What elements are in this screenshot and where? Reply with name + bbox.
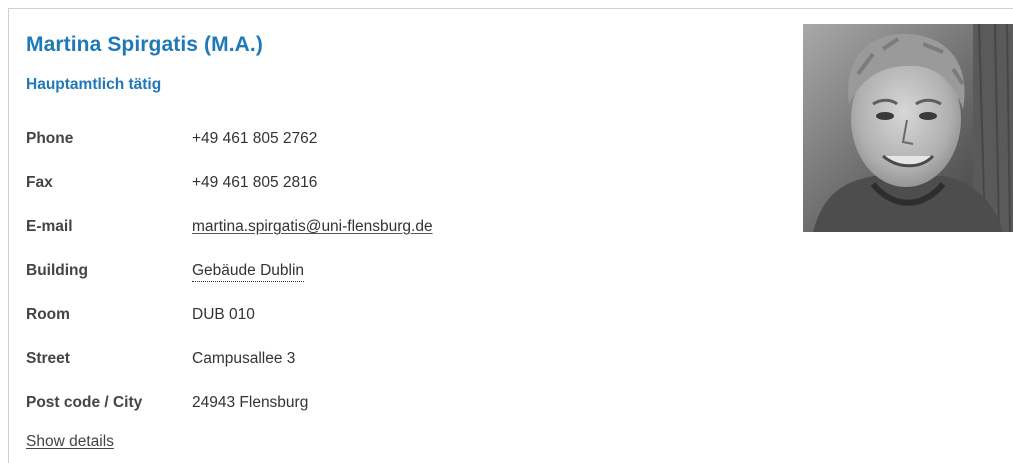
building-link[interactable]: Gebäude Dublin <box>192 249 305 293</box>
contact-row-email: E-mail martina.spirgatis@uni-flensburg.d… <box>26 205 786 249</box>
person-name: Martina Spirgatis (M.A.) <box>26 33 263 56</box>
city-value: 24943 Flensburg <box>192 394 309 411</box>
contact-row-building: Building Gebäude Dublin <box>26 249 786 293</box>
street-label: Street <box>26 350 70 367</box>
show-details-link[interactable]: Show details <box>26 433 114 451</box>
room-value: DUB 010 <box>192 306 255 323</box>
portrait-icon <box>803 24 1013 232</box>
room-label: Room <box>26 306 70 323</box>
person-role: Hauptamtlich tätig <box>26 76 162 93</box>
contact-card: Martina Spirgatis (M.A.) Hauptamtlich tä… <box>8 8 1013 463</box>
contact-row-city: Post code / City 24943 Flensburg <box>26 381 786 425</box>
building-label: Building <box>26 262 88 279</box>
email-link[interactable]: martina.spirgatis@uni-flensburg.de <box>192 205 433 249</box>
city-label: Post code / City <box>26 394 143 411</box>
building-value[interactable]: Gebäude Dublin <box>192 262 305 282</box>
portrait-photo <box>803 24 1013 232</box>
phone-value: +49 461 805 2762 <box>192 130 318 147</box>
contact-row-room: Room DUB 010 <box>26 293 786 337</box>
fax-value: +49 461 805 2816 <box>192 174 318 191</box>
fax-label: Fax <box>26 174 53 191</box>
contact-list: Phone +49 461 805 2762 Fax +49 461 805 2… <box>26 117 786 425</box>
contact-row-street: Street Campusallee 3 <box>26 337 786 381</box>
street-value: Campusallee 3 <box>192 350 296 367</box>
phone-label: Phone <box>26 130 74 147</box>
contact-row-phone: Phone +49 461 805 2762 <box>26 117 786 161</box>
contact-row-fax: Fax +49 461 805 2816 <box>26 161 786 205</box>
email-label: E-mail <box>26 218 73 235</box>
